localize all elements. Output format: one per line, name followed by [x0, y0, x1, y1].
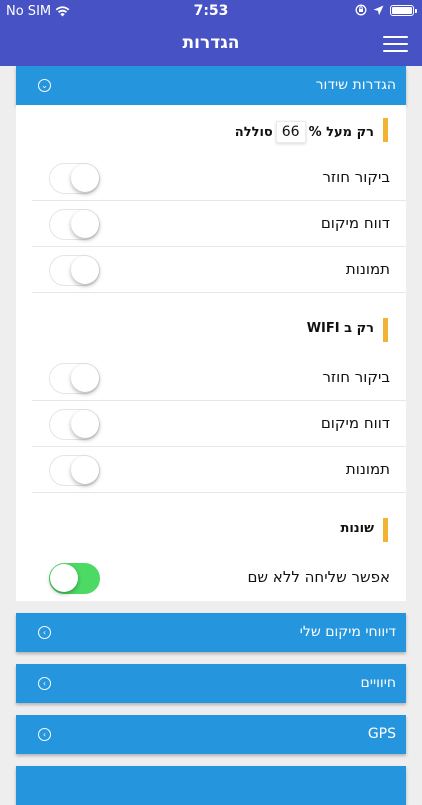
- status-right: [355, 4, 417, 16]
- accordion-broadcast-settings[interactable]: הגדרות שידור ⌄: [16, 66, 406, 105]
- return-visit-toggle[interactable]: [49, 163, 100, 194]
- status-bar: No SIM 7:53: [0, 0, 422, 22]
- section-title-text: שונות: [340, 521, 374, 536]
- anonymous-send-toggle[interactable]: [49, 563, 100, 594]
- section-marker: [383, 318, 388, 342]
- setting-label: ביקור חוזר: [322, 168, 390, 186]
- location-report-toggle[interactable]: [49, 209, 100, 240]
- wifi-return-visit-toggle[interactable]: [49, 363, 100, 394]
- menu-icon[interactable]: [383, 36, 408, 52]
- location-arrow-icon: [373, 5, 384, 15]
- navigation-bar: הגדרות: [0, 22, 422, 66]
- setting-label: דווח מיקום: [320, 214, 390, 232]
- setting-label: תמונות: [345, 260, 390, 278]
- section-wifi-title: רק ב WIFI: [16, 305, 406, 355]
- chevron-left-icon: ‹: [38, 677, 51, 690]
- section-title-text: רק מעל %66סוללה: [235, 121, 374, 143]
- accordion-next[interactable]: [16, 766, 406, 805]
- page-title: הגדרות: [182, 33, 240, 53]
- title-prefix: רק מעל %: [308, 125, 374, 140]
- chevron-left-icon: ‹: [38, 728, 51, 741]
- setting-row-location-report: דווח מיקום: [32, 201, 406, 247]
- accordion-label: GPS: [367, 726, 396, 742]
- setting-label: דווח מיקום: [320, 414, 390, 432]
- accordion-my-location-reports[interactable]: דיווחי מיקום שלי ‹: [16, 613, 406, 652]
- section-cellular-title: רק מעל %66סוללה: [16, 105, 406, 155]
- orientation-lock-icon: [355, 4, 367, 16]
- setting-label: ביקור חוזר: [322, 368, 390, 386]
- images-toggle[interactable]: [49, 255, 100, 286]
- setting-label: תמונות: [345, 460, 390, 478]
- setting-row-location-report: דווח מיקום: [32, 401, 406, 447]
- chevron-down-icon: ⌄: [38, 79, 51, 92]
- setting-row-return-visit: ביקור חוזר: [32, 355, 406, 401]
- broadcast-settings-panel: רק מעל %66סוללה ביקור חוזר דווח מיקום תמ…: [16, 105, 406, 601]
- accordion-indicators[interactable]: חיוויים ‹: [16, 664, 406, 703]
- setting-row-return-visit: ביקור חוזר: [32, 155, 406, 201]
- section-title-text: רק ב WIFI: [306, 321, 374, 336]
- chevron-left-icon: ‹: [38, 626, 51, 639]
- accordion-label: דיווחי מיקום שלי: [299, 624, 396, 640]
- accordion-label: הגדרות שידור: [315, 77, 396, 93]
- battery-threshold-input[interactable]: 66: [275, 121, 306, 143]
- title-suffix: סוללה: [234, 125, 273, 140]
- accordion-gps[interactable]: GPS ‹: [16, 715, 406, 754]
- battery-icon: [390, 4, 417, 16]
- setting-row-anonymous-send: אפשר שליחה ללא שם: [32, 555, 406, 601]
- section-misc-title: שונות: [16, 505, 406, 555]
- section-marker: [383, 118, 388, 142]
- setting-row-images: תמונות: [32, 247, 406, 293]
- setting-label: אפשר שליחה ללא שם: [247, 568, 390, 586]
- wifi-location-report-toggle[interactable]: [49, 409, 100, 440]
- accordion-label: חיוויים: [360, 675, 396, 691]
- wifi-images-toggle[interactable]: [49, 455, 100, 486]
- section-marker: [383, 518, 388, 542]
- setting-row-images: תמונות: [32, 447, 406, 493]
- settings-content: הגדרות שידור ⌄ רק מעל %66סוללה ביקור חוז…: [16, 66, 406, 805]
